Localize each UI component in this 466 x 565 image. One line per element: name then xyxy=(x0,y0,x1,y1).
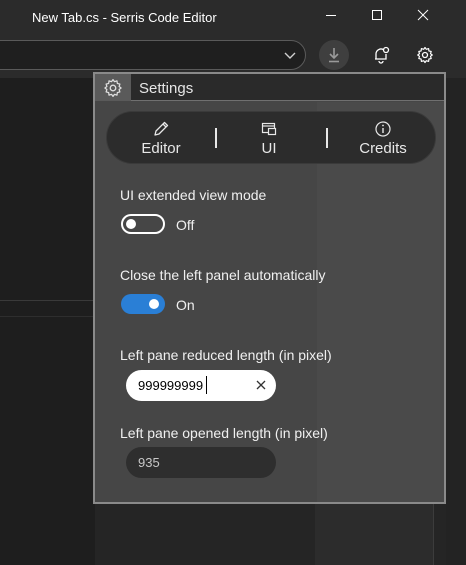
maximize-icon xyxy=(372,10,382,20)
right-strip-divider xyxy=(433,500,434,565)
tab-ui-label: UI xyxy=(261,139,277,157)
close-icon xyxy=(417,9,429,21)
minimize-icon xyxy=(326,15,336,16)
extended-view-label: UI extended view mode xyxy=(120,187,267,203)
reduced-length-label: Left pane reduced length (in pixel) xyxy=(120,347,332,363)
left-divider-secondary xyxy=(0,316,95,317)
download-icon xyxy=(329,48,339,63)
settings-tab-bar: Editor UI Credits xyxy=(106,111,436,164)
chevron-down-icon[interactable] xyxy=(283,48,297,62)
download-button[interactable] xyxy=(319,40,349,70)
reduced-length-value: 999999999 xyxy=(138,378,204,393)
auto-close-label: Close the left panel automatically xyxy=(120,267,326,283)
tab-ui[interactable]: UI xyxy=(244,112,294,163)
settings-flyout: Settings Editor UI Credits UI extended v… xyxy=(93,72,446,504)
tab-selector-input[interactable] xyxy=(0,40,306,70)
tab-editor-label: Editor xyxy=(141,139,181,157)
editor-right-strip xyxy=(446,78,466,565)
tab-editor[interactable]: Editor xyxy=(133,112,189,163)
info-icon xyxy=(375,120,391,137)
tab-separator xyxy=(215,128,217,148)
tab-credits-label: Credits xyxy=(359,139,407,157)
minimize-button[interactable] xyxy=(308,0,354,30)
gear-icon xyxy=(104,78,122,97)
title-bar: New Tab.cs - Serris Code Editor xyxy=(0,0,466,32)
settings-title: Settings xyxy=(139,80,194,97)
opened-length-input[interactable]: 935 xyxy=(126,447,276,478)
gear-icon xyxy=(417,46,433,64)
tab-separator xyxy=(326,128,328,148)
auto-close-state: On xyxy=(176,297,195,313)
panel-below-settings-inner xyxy=(315,503,433,565)
settings-button[interactable] xyxy=(410,40,440,70)
close-icon xyxy=(256,380,266,390)
settings-body: Editor UI Credits UI extended view mode … xyxy=(95,102,444,502)
reduced-length-input[interactable]: 999999999 xyxy=(126,370,276,401)
auto-close-toggle[interactable] xyxy=(121,294,165,314)
extended-view-state: Off xyxy=(176,217,195,233)
window-title: New Tab.cs - Serris Code Editor xyxy=(32,10,217,25)
left-divider xyxy=(0,300,95,301)
opened-length-label: Left pane opened length (in pixel) xyxy=(120,425,328,441)
notification-icon xyxy=(375,46,390,64)
text-caret xyxy=(206,376,207,394)
toggle-knob xyxy=(149,299,159,309)
maximize-button[interactable] xyxy=(354,0,400,30)
extended-view-toggle[interactable] xyxy=(121,214,165,234)
tab-credits[interactable]: Credits xyxy=(347,112,419,163)
toggle-knob xyxy=(126,219,136,229)
pencil-icon xyxy=(154,121,169,136)
editor-left-area xyxy=(0,78,95,565)
clear-button[interactable] xyxy=(254,378,268,392)
window-icon xyxy=(261,122,277,135)
opened-length-value: 935 xyxy=(138,455,160,470)
close-button[interactable] xyxy=(400,0,446,30)
notifications-button[interactable] xyxy=(366,40,396,70)
settings-header-icon-box xyxy=(95,74,131,101)
settings-header: Settings xyxy=(95,74,444,101)
